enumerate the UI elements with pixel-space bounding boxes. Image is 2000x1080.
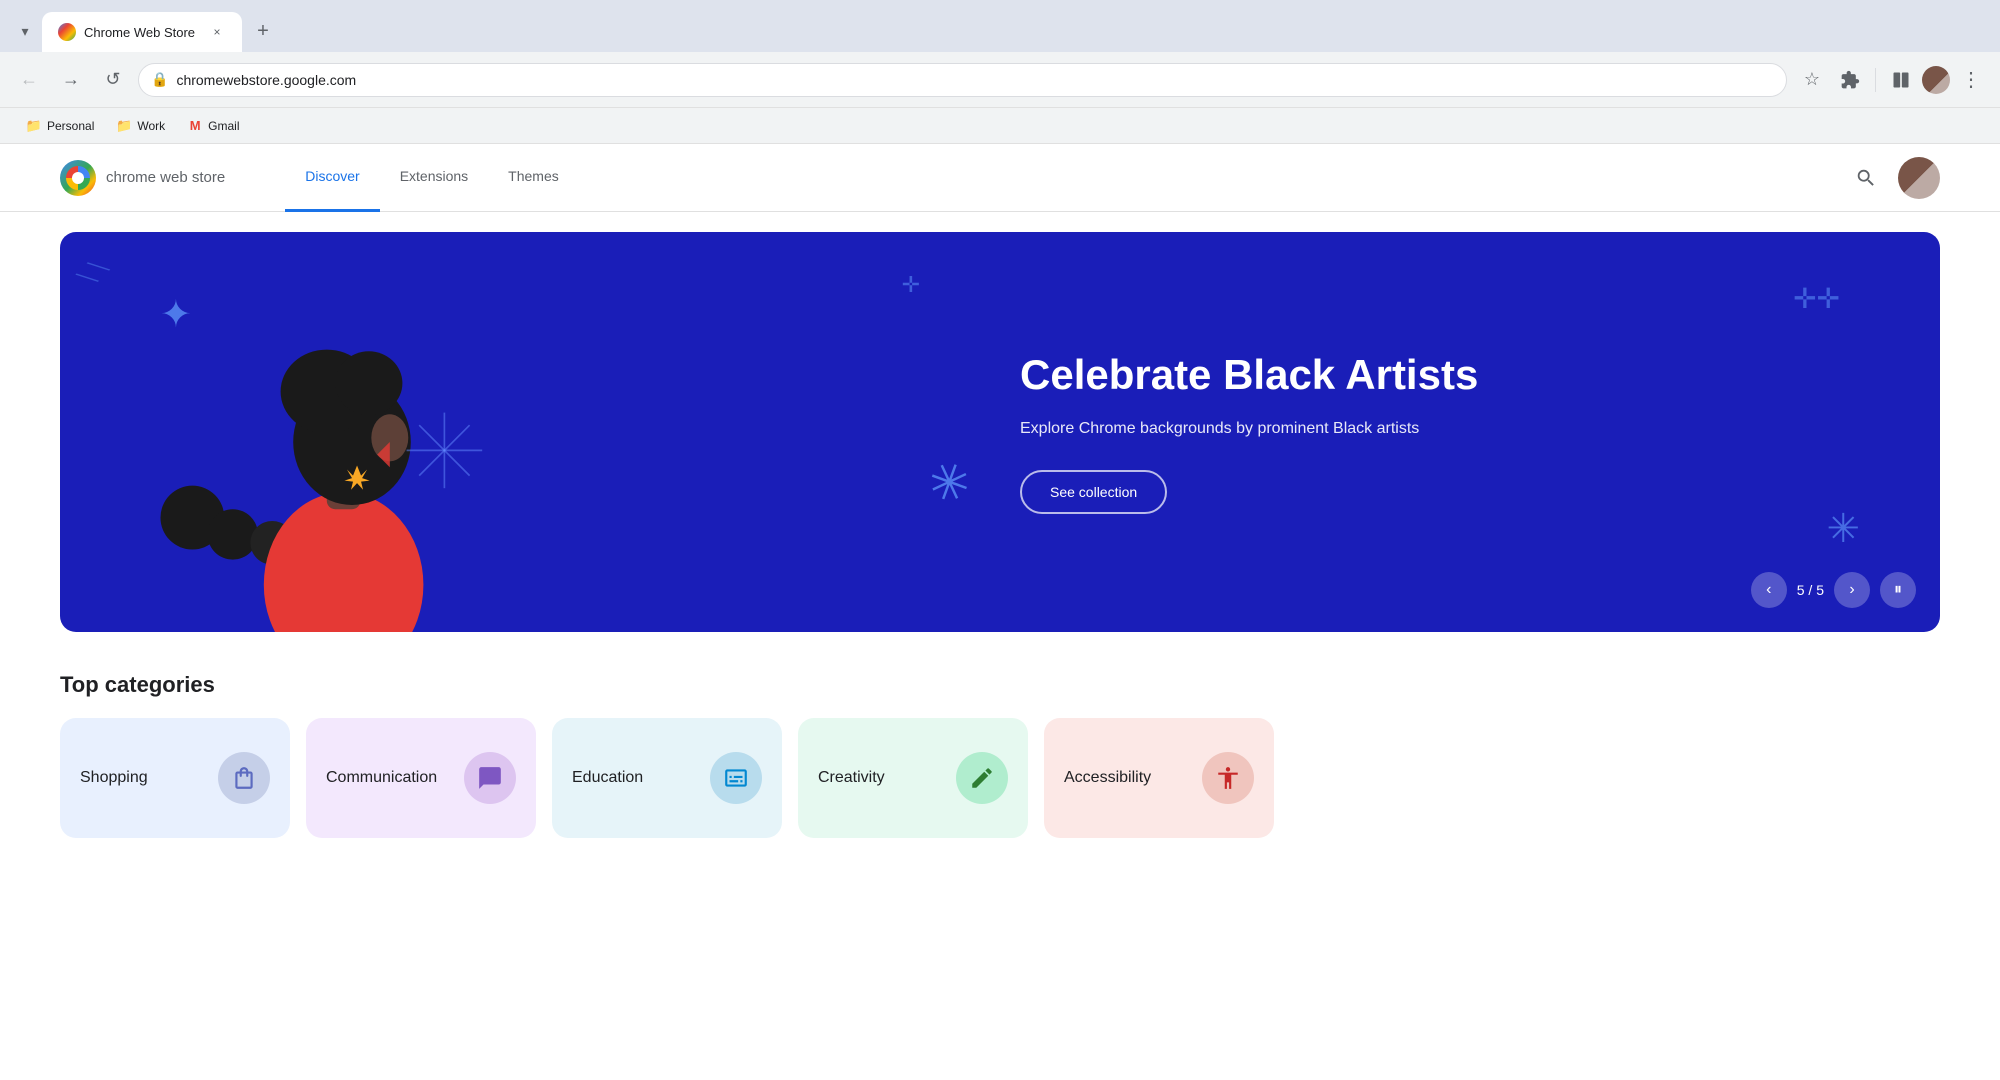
cws-nav: Discover Extensions Themes	[285, 144, 579, 212]
categories-row: Shopping Communication Education	[0, 718, 2000, 838]
bookmark-gmail-label: Gmail	[208, 119, 239, 133]
cws-header: chrome web store Discover Extensions The…	[0, 144, 2000, 212]
communication-icon	[464, 752, 516, 804]
deco-asterisk2: ✳	[1826, 506, 1860, 552]
hero-banner: ✦ ✛ ✳	[60, 232, 1940, 632]
category-communication-label: Communication	[326, 769, 448, 787]
nav-themes[interactable]: Themes	[488, 144, 579, 212]
creativity-icon	[956, 752, 1008, 804]
split-screen-button[interactable]	[1884, 63, 1918, 97]
tab-dropdown-button[interactable]: ▾	[8, 14, 42, 48]
cws-search-button[interactable]	[1846, 158, 1886, 198]
accessibility-icon	[1202, 752, 1254, 804]
category-creativity-label: Creativity	[818, 769, 940, 787]
hero-title: Celebrate Black Artists	[1020, 350, 1880, 400]
category-communication[interactable]: Communication	[306, 718, 536, 838]
slide-controls: ‹ 5 / 5 › ⏸	[1751, 572, 1916, 608]
slide-pause-button[interactable]: ⏸	[1880, 572, 1916, 608]
address-bar[interactable]: 🔒 chromewebstore.google.com	[138, 63, 1787, 97]
bookmark-personal-label: Personal	[47, 119, 94, 133]
nav-discover[interactable]: Discover	[285, 144, 379, 212]
hero-svg-figure	[100, 252, 520, 632]
category-education[interactable]: Education	[552, 718, 782, 838]
category-shopping-label: Shopping	[80, 769, 202, 787]
new-tab-button[interactable]: +	[246, 14, 280, 48]
nav-extensions[interactable]: Extensions	[380, 144, 488, 212]
bookmark-gmail[interactable]: M Gmail	[177, 114, 249, 138]
hero-illustration: ✦ ✛ ✳	[60, 232, 1000, 632]
bookmark-star-button[interactable]: ☆	[1795, 63, 1829, 97]
slide-count: 5 / 5	[1797, 582, 1824, 598]
lock-icon: 🔒	[151, 71, 168, 88]
tab-close-button[interactable]: ×	[208, 23, 226, 41]
bookmark-work-label: Work	[137, 119, 165, 133]
folder-icon: 📁	[26, 118, 42, 134]
deco-cross1: ✛✛	[1793, 282, 1840, 315]
slide-prev-button[interactable]: ‹	[1751, 572, 1787, 608]
see-collection-button[interactable]: See collection	[1020, 470, 1167, 514]
category-accessibility[interactable]: Accessibility	[1044, 718, 1274, 838]
tab-bar: ▾ Chrome Web Store × +	[0, 0, 2000, 52]
separator	[1875, 68, 1876, 92]
shopping-icon	[218, 752, 270, 804]
back-button[interactable]: ←	[12, 63, 46, 97]
cws-logo-text: chrome web store	[106, 169, 225, 186]
hero-text-area: ✛✛ Celebrate Black Artists Explore Chrom…	[1000, 310, 1940, 554]
page-content: chrome web store Discover Extensions The…	[0, 144, 2000, 1080]
reload-button[interactable]: ↺	[96, 63, 130, 97]
tab-title: Chrome Web Store	[84, 25, 200, 40]
url-text: chromewebstore.google.com	[176, 72, 1774, 88]
extensions-button[interactable]	[1833, 63, 1867, 97]
hero-subtitle: Explore Chrome backgrounds by prominent …	[1020, 420, 1880, 438]
category-shopping[interactable]: Shopping	[60, 718, 290, 838]
browser-toolbar: ← → ↺ 🔒 chromewebstore.google.com ☆ ⋮	[0, 52, 2000, 108]
gmail-icon: M	[187, 118, 203, 134]
education-icon	[710, 752, 762, 804]
folder-icon: 📁	[116, 118, 132, 134]
category-education-label: Education	[572, 769, 694, 787]
menu-button[interactable]: ⋮	[1954, 63, 1988, 97]
cws-user-avatar[interactable]	[1898, 157, 1940, 199]
active-tab[interactable]: Chrome Web Store ×	[42, 12, 242, 52]
tab-favicon	[58, 23, 76, 41]
cws-logo: chrome web store	[60, 160, 225, 196]
category-accessibility-label: Accessibility	[1064, 769, 1186, 787]
bookmark-work[interactable]: 📁 Work	[106, 114, 175, 138]
top-categories-title: Top categories	[60, 672, 1940, 698]
bookmarks-bar: 📁 Personal 📁 Work M Gmail	[0, 108, 2000, 144]
profile-avatar-button[interactable]	[1922, 66, 1950, 94]
browser-frame: ▾ Chrome Web Store × + ← → ↺ 🔒 chromeweb…	[0, 0, 2000, 1080]
bookmark-personal[interactable]: 📁 Personal	[16, 114, 104, 138]
cws-logo-icon	[60, 160, 96, 196]
forward-button[interactable]: →	[54, 63, 88, 97]
deco-asterisk1: ✳	[919, 449, 978, 518]
deco-plus1: ✛	[902, 272, 920, 298]
cws-header-right	[1846, 157, 1940, 199]
slide-next-button[interactable]: ›	[1834, 572, 1870, 608]
cws-main-content: ✦ ✛ ✳	[0, 212, 2000, 1080]
toolbar-right: ☆ ⋮	[1795, 63, 1988, 97]
category-creativity[interactable]: Creativity	[798, 718, 1028, 838]
